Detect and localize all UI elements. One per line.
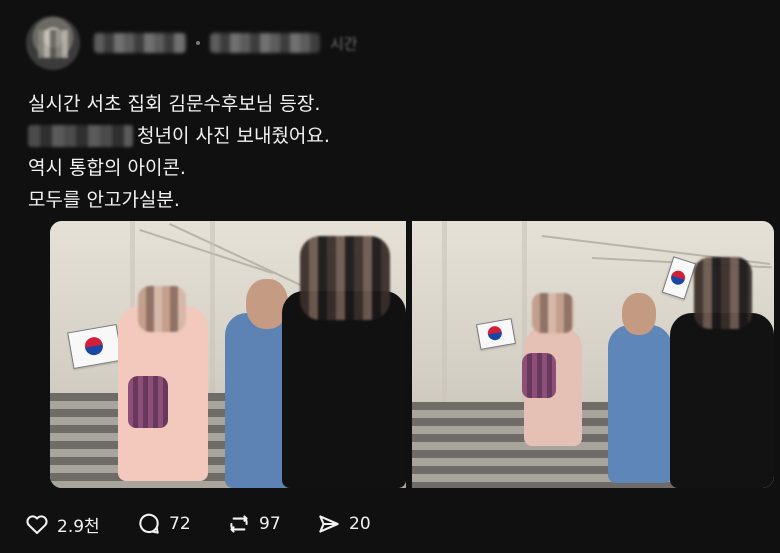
comment-icon — [139, 513, 159, 534]
like-button[interactable]: 2.9천 — [24, 507, 100, 541]
post-image-2[interactable] — [412, 221, 774, 488]
face-blur — [138, 286, 186, 332]
person-face — [622, 293, 656, 335]
post-text: 실시간 서초 집회 김문수후보님 등장. 청년이 사진 보내줬어요. 역시 통합… — [28, 88, 748, 216]
person-black-shirt — [282, 291, 406, 488]
author-name-blurred[interactable] — [94, 33, 186, 53]
taegeuk-icon — [669, 268, 687, 287]
post-text-line-4: 모두를 안고가실분. — [28, 189, 180, 211]
post-image-1[interactable] — [50, 221, 406, 488]
like-count: 2.9천 — [57, 516, 100, 537]
repost-count: 97 — [259, 514, 281, 534]
social-post: 시간 실시간 서초 집회 김문수후보님 등장. 청년이 사진 보내줬어요. 역시… — [0, 0, 780, 553]
face-blur — [694, 257, 752, 329]
meta-separator-dot — [196, 41, 200, 45]
post-meta: 시간 — [94, 30, 358, 56]
send-icon — [319, 515, 339, 533]
heart-icon — [26, 515, 48, 535]
purple-bag — [522, 353, 556, 398]
face-blur — [300, 236, 390, 320]
post-media-gallery — [50, 221, 776, 488]
author-avatar-blurred[interactable] — [26, 16, 80, 70]
repost-icon — [230, 515, 248, 533]
purple-bag — [128, 376, 168, 428]
post-text-line-3: 역시 통합의 아이콘. — [28, 157, 186, 179]
post-text-line-2: 청년이 사진 보내줬어요. — [28, 120, 748, 152]
post-actions: 2.9천 72 97 20 — [24, 507, 764, 541]
face-blur — [532, 293, 574, 333]
author-handle-blurred — [210, 33, 320, 53]
person-blue-suit — [608, 325, 672, 483]
share-count: 20 — [349, 514, 371, 534]
comment-button[interactable]: 72 — [136, 507, 191, 541]
share-button[interactable]: 20 — [316, 507, 371, 541]
repost-button[interactable]: 97 — [226, 507, 281, 541]
comment-count: 72 — [169, 514, 191, 534]
redacted-text-block — [28, 125, 133, 147]
taegeuk-icon — [83, 335, 105, 357]
post-text-line-1: 실시간 서초 집회 김문수후보님 등장. — [28, 93, 321, 115]
person-black-shirt — [670, 313, 774, 488]
post-text-line-2-content: 청년이 사진 보내줬어요. — [137, 125, 330, 147]
taegeuk-icon — [486, 325, 503, 342]
post-timestamp: 시간 — [330, 34, 358, 53]
avatar-mosaic — [38, 30, 68, 58]
